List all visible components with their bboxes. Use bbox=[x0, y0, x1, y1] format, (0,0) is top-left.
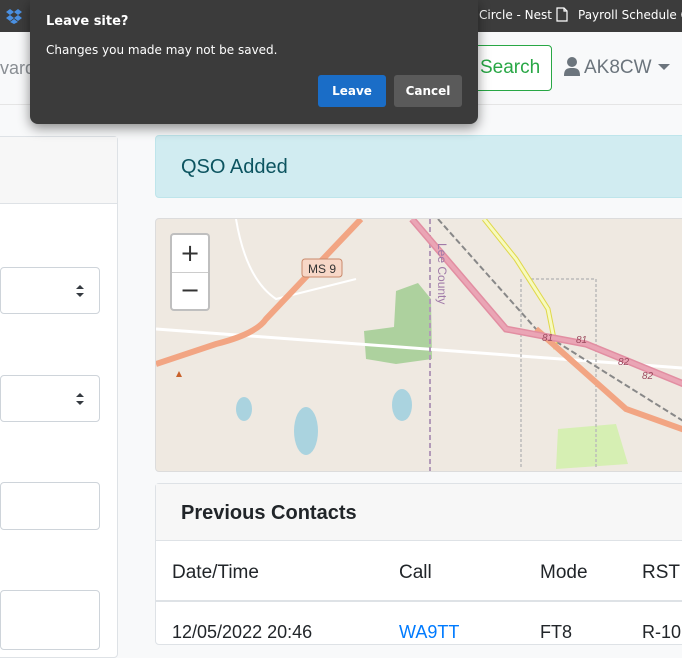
select-arrows-icon bbox=[76, 393, 84, 405]
column-header-rst[interactable]: RST ( bbox=[642, 562, 682, 584]
column-header-datetime[interactable]: Date/Time bbox=[172, 562, 259, 584]
lake bbox=[392, 389, 412, 421]
search-button-label: Search bbox=[480, 57, 541, 78]
user-name: AK8CW bbox=[584, 57, 652, 78]
cell-call-link[interactable]: WA9TT bbox=[399, 622, 459, 643]
dropbox-icon[interactable] bbox=[6, 8, 22, 24]
highway-label: MS 9 bbox=[308, 262, 336, 276]
exit-label: 82 bbox=[642, 371, 654, 382]
park-area-2 bbox=[556, 424, 628, 469]
previous-contacts-title: Previous Contacts bbox=[181, 502, 357, 524]
qso-added-alert: QSO Added bbox=[155, 135, 682, 198]
leave-site-dialog: Leave site? Changes you made may not be … bbox=[30, 0, 478, 124]
zoom-control: + − bbox=[170, 233, 210, 311]
park-area bbox=[364, 283, 432, 364]
bookmark-circle-nest[interactable]: Circle - Nest bbox=[479, 8, 552, 22]
exit-label: 81 bbox=[576, 335, 587, 346]
column-header-mode[interactable]: Mode bbox=[540, 562, 588, 584]
zoom-out-button[interactable]: − bbox=[172, 272, 208, 309]
cell-mode: FT8 bbox=[540, 622, 573, 642]
alert-text: QSO Added bbox=[181, 156, 288, 178]
cancel-button[interactable]: Cancel bbox=[394, 75, 462, 107]
select-arrows-icon bbox=[76, 285, 84, 297]
bookmark-payroll-schedule[interactable]: Payroll Schedule Ca bbox=[578, 8, 682, 22]
previous-contacts-header: Previous Contacts bbox=[156, 484, 682, 541]
select-field-2[interactable] bbox=[0, 375, 100, 422]
column-header-call[interactable]: Call bbox=[399, 562, 432, 584]
leave-button[interactable]: Leave bbox=[318, 75, 386, 107]
map-tiles: MS 9 Lee County 81 81 82 82 bbox=[156, 219, 682, 471]
zoom-in-button[interactable]: + bbox=[172, 235, 208, 273]
table-header-divider bbox=[156, 600, 682, 602]
chevron-down-icon bbox=[657, 64, 670, 70]
county-label: Lee County bbox=[435, 243, 449, 304]
user-icon bbox=[564, 57, 580, 76]
text-field[interactable] bbox=[0, 482, 100, 530]
dialog-message: Changes you made may not be saved. bbox=[46, 43, 278, 57]
map-marker-icon[interactable] bbox=[176, 371, 182, 377]
exit-label: 81 bbox=[542, 333, 553, 344]
select-field-1[interactable] bbox=[0, 267, 100, 314]
lake bbox=[236, 397, 252, 421]
exit-label: 82 bbox=[618, 357, 630, 368]
previous-contacts-card: Previous Contacts Date/Time Call Mode RS… bbox=[155, 483, 682, 645]
search-button[interactable]: Search bbox=[470, 45, 552, 91]
map[interactable]: MS 9 Lee County 81 81 82 82 + − bbox=[155, 218, 682, 472]
cell-rst: R-10 bbox=[642, 622, 682, 642]
qso-form-header bbox=[0, 137, 117, 204]
dialog-title: Leave site? bbox=[46, 14, 129, 29]
cell-datetime: 12/05/2022 20:46 bbox=[172, 622, 313, 642]
lake bbox=[294, 407, 318, 455]
user-menu[interactable]: AK8CW bbox=[564, 56, 670, 79]
textarea-field[interactable] bbox=[0, 590, 100, 650]
document-icon bbox=[556, 7, 568, 22]
